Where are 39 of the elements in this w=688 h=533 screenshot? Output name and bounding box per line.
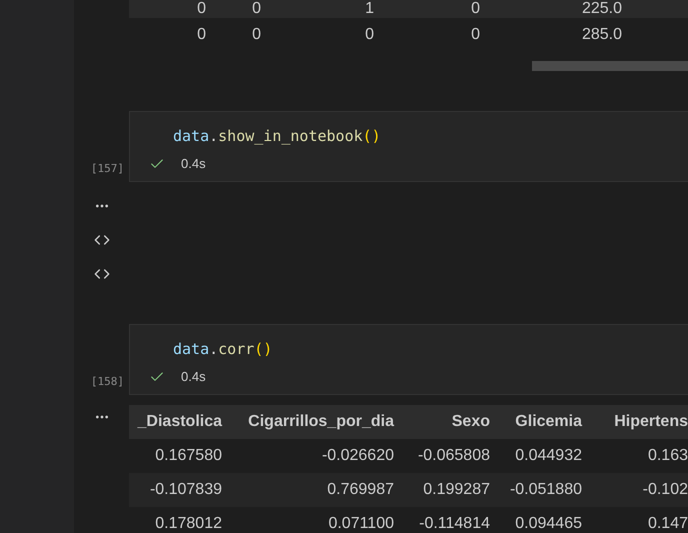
horizontal-scrollbar[interactable] (532, 61, 688, 71)
table-cell-text: 0 (196, 25, 206, 45)
table-cell-text: 225.0 (580, 0, 622, 19)
table-cell-text: 0 (470, 0, 480, 19)
table-cell-text: -0.102 (642, 480, 688, 500)
table-cell-text: 0.147 (646, 514, 688, 533)
column-header: Hipertens (613, 412, 688, 432)
run-duration: 0.4s (181, 155, 206, 173)
column-header: Glicemia (514, 412, 582, 432)
table-cell-text: -0.051880 (508, 480, 582, 500)
table-cell-text: -0.114814 (418, 514, 490, 533)
table-cell-text: 285.0 (580, 25, 622, 45)
column-header: Sexo (450, 412, 490, 432)
execution-count: [158] (90, 374, 124, 390)
table-cell-text: 0 (364, 25, 374, 45)
table-cell-text: -0.026620 (320, 446, 394, 466)
table-cell-text: -0.107839 (148, 480, 222, 500)
code-cell[interactable]: data.show_in_notebook() 0.4s (129, 111, 688, 182)
code-line: data.show_in_notebook() (173, 126, 382, 146)
table-cell-text: 0.044932 (514, 446, 582, 466)
table-cell-text: 0.071100 (327, 514, 394, 533)
table-cell-text: 0 (196, 0, 206, 19)
table-cell-text: 0.199287 (422, 480, 490, 500)
column-header: _Diastolica (136, 412, 222, 432)
run-duration: 0.4s (181, 368, 206, 386)
column-header: Cigarrillos_por_dia (247, 412, 394, 432)
table-cell-text: 0 (251, 25, 261, 45)
code-line: data.corr() (173, 339, 274, 359)
code-cell[interactable]: data.corr() 0.4s (129, 324, 688, 395)
table-cell-text: 0.163 (646, 446, 688, 466)
table-cell-text: -0.065808 (416, 446, 490, 466)
table-cell-text: 0.094465 (514, 514, 582, 533)
table-cell-text: 0 (251, 0, 261, 19)
table-cell-text: 0.178012 (154, 514, 222, 533)
table-cell-text: 0.167580 (154, 446, 222, 466)
execution-count: [157] (90, 160, 124, 176)
table-cell-text: 1 (364, 0, 374, 19)
table-cell-text: 0.769987 (326, 480, 394, 500)
table-cell-text: 0 (470, 25, 480, 45)
